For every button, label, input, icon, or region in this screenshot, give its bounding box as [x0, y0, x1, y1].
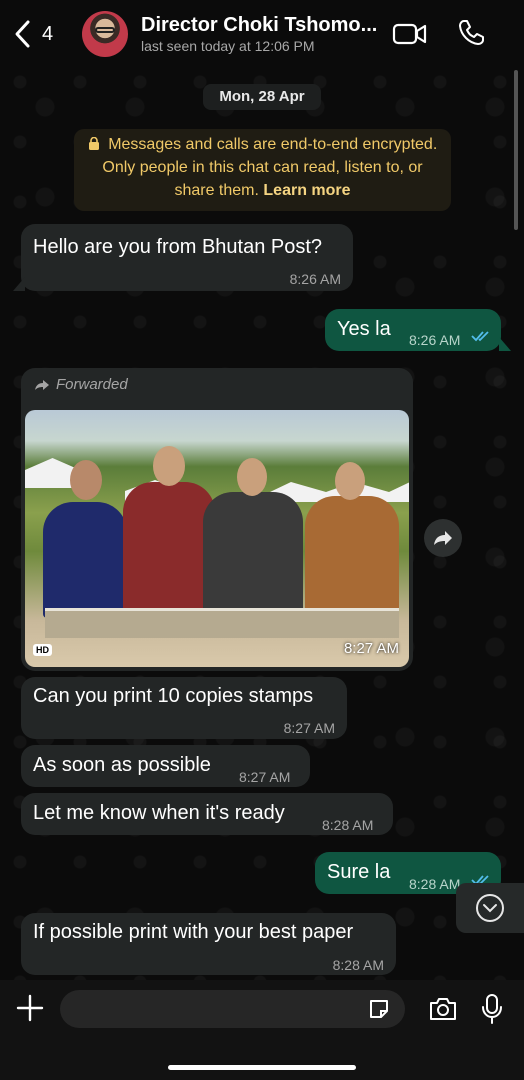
shared-photo[interactable]: HD 8:27 AM — [25, 410, 409, 667]
voice-call-button[interactable] — [456, 18, 486, 48]
home-indicator[interactable] — [168, 1065, 356, 1070]
learn-more-link[interactable]: Learn more — [263, 182, 350, 199]
message-text: If possible print with your best paper — [33, 921, 354, 943]
message-bubble-incoming[interactable]: Let me know when it's ready 8:28 AM — [21, 793, 393, 835]
message-input[interactable] — [60, 990, 405, 1028]
message-text: As soon as possible — [33, 754, 211, 776]
scroll-down-button[interactable] — [456, 883, 524, 933]
forwarded-text: Forwarded — [56, 376, 128, 393]
chat-header: 4 Director Choki Tshomo... last seen tod… — [0, 0, 524, 66]
forward-arrow-icon — [35, 379, 49, 390]
contact-name[interactable]: Director Choki Tshomo... — [141, 14, 381, 37]
camera-button[interactable] — [428, 996, 458, 1022]
attach-button[interactable] — [16, 994, 44, 1022]
message-time: 8:26 AM — [409, 332, 461, 348]
message-text: Hello are you from Bhutan Post? — [33, 236, 323, 258]
chat-scrollbar[interactable] — [514, 70, 518, 230]
message-bubble-incoming[interactable]: Can you print 10 copies stamps 8:27 AM — [21, 677, 347, 739]
lock-icon — [88, 136, 108, 153]
message-time: 8:28 AM — [409, 876, 461, 892]
message-text: Yes la — [337, 318, 391, 340]
message-text: Sure la — [327, 861, 391, 883]
message-time: 8:26 AM — [289, 271, 341, 287]
display-case — [45, 608, 399, 638]
message-text: Can you print 10 copies stamps — [33, 685, 314, 707]
message-text: Let me know when it's ready — [33, 802, 285, 824]
share-icon — [434, 531, 452, 545]
share-button[interactable] — [424, 519, 462, 557]
message-time: 8:27 AM — [239, 769, 291, 785]
chevron-down-circle-icon — [476, 894, 504, 922]
microphone-button[interactable] — [480, 993, 504, 1025]
date-separator: Mon, 28 Apr — [203, 84, 321, 110]
video-call-button[interactable] — [392, 20, 428, 48]
unread-count: 4 — [42, 22, 54, 45]
sticker-button[interactable] — [367, 997, 391, 1021]
message-bubble-incoming[interactable]: As soon as possible 8:27 AM — [21, 745, 310, 787]
message-bubble-incoming[interactable]: Hello are you from Bhutan Post? 8:26 AM — [21, 224, 353, 291]
message-time: 8:28 AM — [322, 817, 374, 833]
message-bubble-outgoing[interactable]: Yes la 8:26 AM — [325, 309, 501, 351]
message-time: 8:27 AM — [283, 720, 335, 736]
hd-badge: HD — [33, 644, 52, 656]
message-time: 8:27 AM — [343, 640, 399, 657]
read-ticks-icon — [471, 331, 489, 342]
message-time: 8:28 AM — [332, 957, 384, 973]
message-bubble-incoming[interactable]: If possible print with your best paper 8… — [21, 913, 396, 975]
encryption-notice[interactable]: Messages and calls are end-to-end encryp… — [74, 129, 451, 211]
back-button[interactable]: 4 — [12, 16, 64, 52]
avatar[interactable] — [82, 11, 128, 57]
forwarded-label: Forwarded — [34, 376, 128, 393]
last-seen-status: last seen today at 12:06 PM — [141, 38, 315, 54]
chevron-left-icon — [15, 20, 30, 48]
